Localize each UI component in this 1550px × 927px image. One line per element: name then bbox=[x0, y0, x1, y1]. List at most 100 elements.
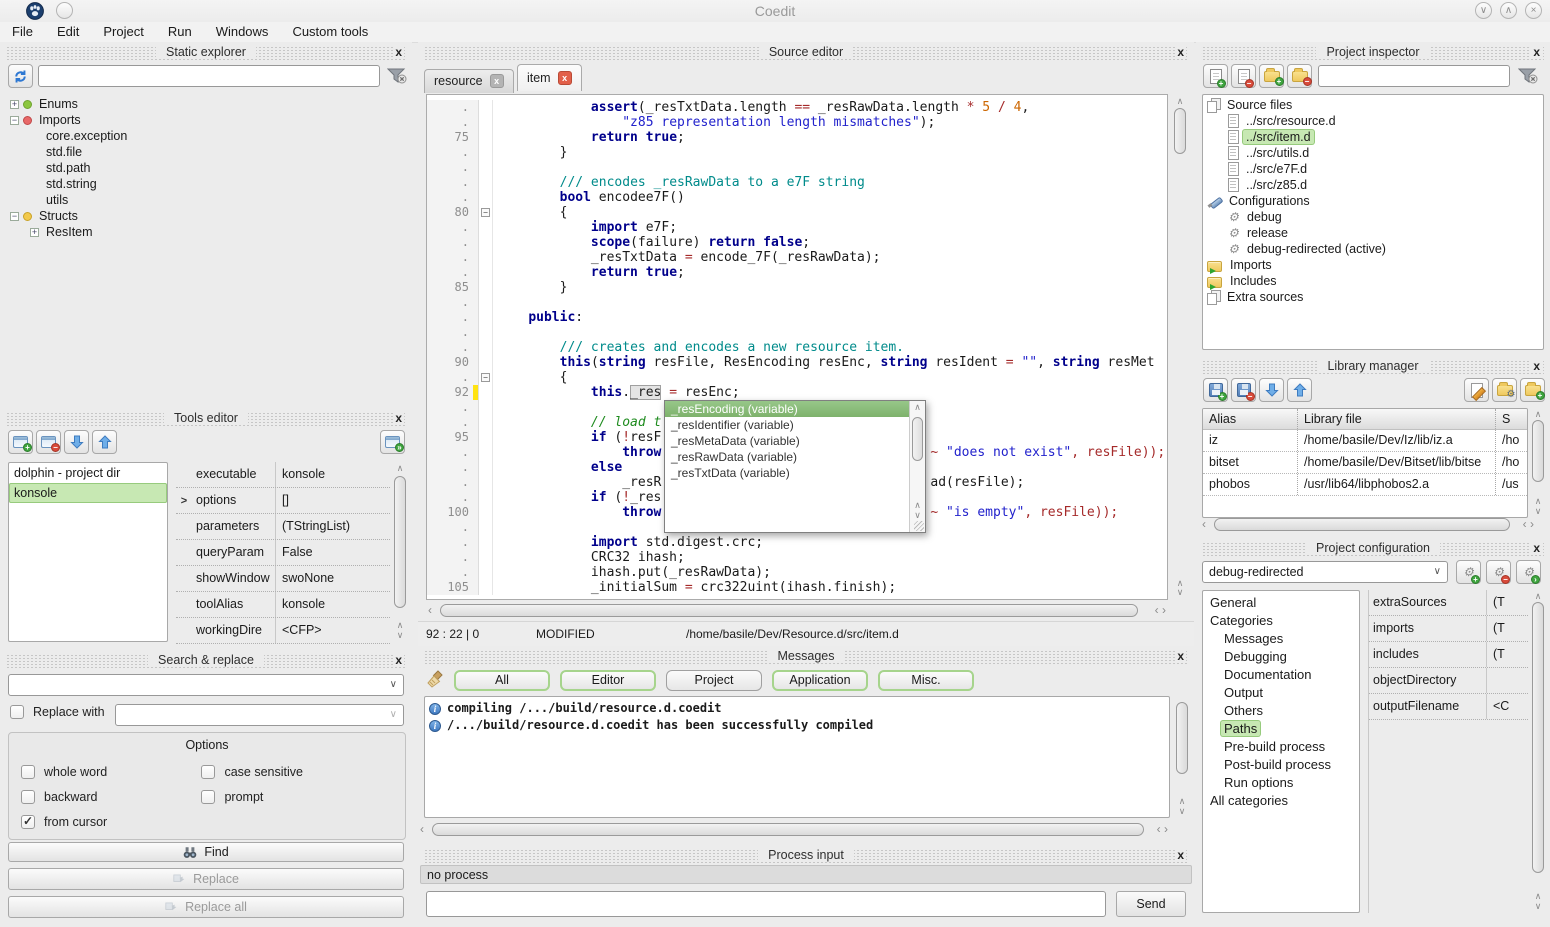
tree-item[interactable]: + Enums bbox=[6, 96, 402, 112]
move-library-up-button[interactable] bbox=[1287, 378, 1312, 402]
option-checkbox[interactable] bbox=[21, 815, 35, 829]
fold-gutter[interactable] bbox=[479, 115, 493, 130]
fold-gutter[interactable] bbox=[479, 340, 493, 355]
fold-gutter[interactable] bbox=[479, 460, 493, 475]
option-item[interactable]: from cursor bbox=[21, 809, 201, 834]
fold-gutter[interactable] bbox=[479, 415, 493, 430]
tool-list-item[interactable]: dolphin - project dir bbox=[9, 463, 167, 483]
fold-gutter[interactable] bbox=[479, 250, 493, 265]
add-folder-button[interactable]: + bbox=[1259, 64, 1284, 88]
inspector-filter-input[interactable] bbox=[1318, 65, 1510, 87]
tree-item[interactable]: std.string bbox=[6, 176, 402, 192]
refresh-button[interactable] bbox=[8, 64, 33, 88]
menu-item[interactable]: Project bbox=[91, 22, 155, 42]
option-checkbox[interactable] bbox=[201, 790, 215, 804]
close-panel-icon[interactable]: x bbox=[393, 45, 404, 59]
expander-icon[interactable]: − bbox=[10, 212, 19, 221]
tab-close-icon[interactable]: x bbox=[490, 74, 504, 88]
project-tree-item[interactable]: Source files bbox=[1203, 97, 1543, 113]
add-configuration-button[interactable]: + bbox=[1456, 560, 1481, 584]
filter-project-button[interactable]: Project bbox=[666, 670, 762, 691]
add-library-folder-button[interactable]: + bbox=[1520, 378, 1545, 402]
tree-item[interactable]: std.file bbox=[6, 144, 402, 160]
close-panel-icon[interactable]: x bbox=[1531, 45, 1542, 59]
library-hscroll-buttons[interactable]: ‹ › bbox=[1523, 517, 1534, 531]
config-tree-item[interactable]: All categories bbox=[1203, 791, 1359, 809]
option-item[interactable]: prompt bbox=[201, 784, 381, 809]
option-checkbox[interactable] bbox=[21, 790, 35, 804]
fold-gutter[interactable] bbox=[479, 475, 493, 490]
close-panel-icon[interactable]: x bbox=[1175, 649, 1186, 663]
project-tree-item[interactable]: Configurations bbox=[1203, 193, 1543, 209]
config-tree-item[interactable]: Debugging bbox=[1203, 647, 1359, 665]
fold-gutter[interactable] bbox=[479, 565, 493, 580]
clear-filter-icon[interactable] bbox=[387, 67, 407, 88]
close-panel-icon[interactable]: x bbox=[1531, 359, 1542, 373]
editor-horizontal-scrollbar[interactable]: ‹ bbox=[426, 603, 1144, 618]
menu-item[interactable]: Windows bbox=[204, 22, 281, 42]
filter-all-button[interactable]: All bbox=[454, 670, 550, 691]
fold-gutter[interactable] bbox=[479, 175, 493, 190]
library-vertical-scrollbar[interactable]: ∧ ∧ ∨ bbox=[1530, 408, 1546, 518]
clear-messages-button[interactable] bbox=[426, 670, 446, 692]
fold-gutter[interactable] bbox=[479, 160, 493, 175]
project-tree-item[interactable]: debug bbox=[1203, 209, 1543, 225]
tree-item[interactable]: core.exception bbox=[6, 128, 402, 144]
expander-icon[interactable]: + bbox=[10, 100, 19, 109]
filter-misc-button[interactable]: Misc. bbox=[878, 670, 974, 691]
remove-tool-button[interactable]: − bbox=[36, 430, 61, 454]
close-panel-icon[interactable]: x bbox=[393, 411, 404, 425]
column-sources[interactable]: S bbox=[1496, 409, 1527, 429]
library-row[interactable]: bitset /home/basile/Dev/Bitset/lib/bitse… bbox=[1203, 452, 1527, 474]
add-library-button[interactable]: + bbox=[1203, 378, 1228, 402]
remove-source-button[interactable]: − bbox=[1231, 64, 1256, 88]
property-value[interactable]: konsole bbox=[276, 592, 390, 617]
filter-application-button[interactable]: Application bbox=[772, 670, 868, 691]
fold-gutter[interactable] bbox=[479, 325, 493, 340]
editor-vertical-scrollbar[interactable]: ∧ ∧ ∨ bbox=[1172, 94, 1188, 600]
property-row[interactable]: workingDire <CFP> bbox=[176, 618, 390, 644]
project-tree-item[interactable]: release bbox=[1203, 225, 1543, 241]
project-tree-item[interactable]: ../src/item.d bbox=[1203, 129, 1543, 145]
menu-item[interactable]: Custom tools bbox=[280, 22, 380, 42]
close-panel-icon[interactable]: x bbox=[393, 653, 404, 667]
move-tool-up-button[interactable] bbox=[92, 430, 117, 454]
property-value[interactable]: konsole bbox=[276, 462, 390, 487]
shade-window-button[interactable]: ∨ bbox=[1475, 2, 1492, 19]
add-tool-button[interactable]: + bbox=[8, 430, 33, 454]
property-row[interactable]: > options [] bbox=[176, 488, 390, 514]
property-value[interactable]: (TStringList) bbox=[276, 514, 390, 539]
fold-gutter[interactable] bbox=[479, 310, 493, 325]
remove-library-button[interactable]: − bbox=[1231, 378, 1256, 402]
close-panel-icon[interactable]: x bbox=[1175, 848, 1186, 862]
config-property-row[interactable]: imports (T bbox=[1369, 616, 1528, 642]
clear-inspector-filter-icon[interactable] bbox=[1518, 67, 1538, 88]
config-tree-item[interactable]: Run options bbox=[1203, 773, 1359, 791]
menu-item[interactable]: Edit bbox=[45, 22, 91, 42]
fold-gutter[interactable] bbox=[479, 265, 493, 280]
fold-gutter[interactable] bbox=[479, 220, 493, 235]
fold-gutter[interactable] bbox=[479, 490, 493, 505]
message-row[interactable]: compiling /.../build/resource.d.coedit bbox=[425, 700, 1169, 717]
tree-item[interactable]: std.path bbox=[6, 160, 402, 176]
project-tree-item[interactable]: Extra sources bbox=[1203, 289, 1543, 305]
completion-item[interactable]: _resIdentifier (variable) bbox=[665, 417, 909, 433]
property-value[interactable]: [] bbox=[276, 488, 390, 513]
project-tree-item[interactable]: debug-redirected (active) bbox=[1203, 241, 1543, 257]
property-row[interactable]: showWindow swoNone bbox=[176, 566, 390, 592]
messages-vertical-scrollbar[interactable]: ∧ ∨ bbox=[1174, 696, 1190, 818]
close-window-button[interactable]: × bbox=[1525, 2, 1542, 19]
close-panel-icon[interactable]: x bbox=[1175, 45, 1186, 59]
editor-tab[interactable]: item x bbox=[517, 64, 582, 91]
config-tree-item[interactable]: Others bbox=[1203, 701, 1359, 719]
project-tree-item[interactable]: ../src/utils.d bbox=[1203, 145, 1543, 161]
column-library-file[interactable]: Library file bbox=[1298, 409, 1496, 429]
project-tree-item[interactable]: ../src/e7F.d bbox=[1203, 161, 1543, 177]
fold-gutter[interactable] bbox=[479, 385, 493, 400]
maximize-window-button[interactable]: ∧ bbox=[1500, 2, 1517, 19]
config-property-row[interactable]: outputFilename <C bbox=[1369, 694, 1528, 720]
remove-folder-button[interactable]: − bbox=[1287, 64, 1312, 88]
project-tree-item[interactable]: Includes bbox=[1203, 273, 1543, 289]
editor-hscroll-buttons[interactable]: ‹ › bbox=[1155, 603, 1166, 617]
fold-gutter[interactable] bbox=[479, 445, 493, 460]
